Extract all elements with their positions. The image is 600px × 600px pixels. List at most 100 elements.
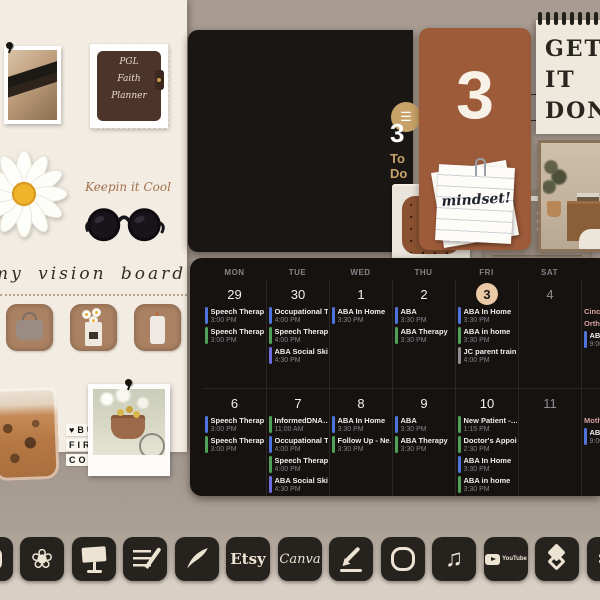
handbag-app-tile[interactable] <box>6 304 53 351</box>
calendar-event[interactable]: Speech Therap…3:00 PM <box>205 416 265 433</box>
event-text: Speech Therap…3:00 PM <box>211 327 266 344</box>
squircle-app-icon[interactable] <box>381 537 425 581</box>
calendar-event[interactable]: ABA In Home9:00 AM <box>584 331 600 348</box>
calendar-day-cell[interactable]: 12Mother's ABA In Home9:00 AM <box>581 388 600 496</box>
event-time: 3:30 PM <box>400 317 427 324</box>
event-list <box>519 306 581 307</box>
calendar-event[interactable]: Speech Therap…3:00 PM <box>205 436 265 453</box>
calendar-date: 7 <box>267 391 329 415</box>
settings-app-icon[interactable]: ⚙ <box>587 537 600 581</box>
calendar-event[interactable]: ABA 3:30 PM <box>395 307 454 324</box>
calendar-event[interactable]: ABA In Home 3:30 PM <box>458 307 517 324</box>
calendar-date: 6 <box>203 391 266 415</box>
event-time: 4:00 PM <box>274 466 301 473</box>
notes-app-icon[interactable] <box>123 537 167 581</box>
event-color-bar <box>205 436 208 453</box>
event-color-bar <box>584 428 587 445</box>
calendar-day-cell[interactable]: 6Speech Therap…3:00 PMSpeech Therap…3:00… <box>203 388 266 496</box>
pen-app-icon[interactable] <box>329 537 373 581</box>
spiral-binding <box>538 12 600 25</box>
date-number: 2 <box>420 286 428 302</box>
get-it-done-notepad[interactable]: GET IT DONE <box>536 12 600 134</box>
calendar-event[interactable]: Speech Therap…3:00 PM <box>205 327 265 344</box>
event-list: Speech Therap…3:00 PM Speech Therap…3:00 … <box>203 415 266 453</box>
calendar-day-cell[interactable]: 5Cinco de Orthodox ABA In Home9:00 AM <box>581 280 600 388</box>
layers-app-icon[interactable] <box>535 537 579 581</box>
calendar-event[interactable]: ABA in home 3:30 PM <box>458 327 517 344</box>
calendar-event[interactable]: Cinco de <box>584 307 600 316</box>
calendar-event[interactable]: Speech Therap…3:00 PM <box>205 307 265 324</box>
event-title: ABA In Home <box>337 307 386 316</box>
event-color-bar <box>395 307 398 324</box>
calendar-event[interactable]: Occupational T…4:00 PM <box>269 307 328 324</box>
candle-app-tile[interactable] <box>134 304 181 351</box>
calendar-widget[interactable]: MONTUEWEDTHUFRISATSUN29Speech Therap…3:0… <box>190 258 600 496</box>
event-text: Cinco de <box>584 307 600 316</box>
calendar-day-cell[interactable]: 3 ABA In Home 3:30 PM ABA in home 3:30 PM JC … <box>455 280 518 388</box>
event-text: ABA In Home 3:30 PM <box>464 456 512 473</box>
youtube-app-icon[interactable]: YouTube <box>484 537 528 581</box>
event-color-bar <box>269 456 272 473</box>
keynote-app-icon[interactable] <box>72 537 116 581</box>
calendar-date: 9 <box>393 391 455 415</box>
event-title: Occupational T… <box>274 436 329 445</box>
calendar-day-header: SUN <box>581 264 600 280</box>
canva-app-icon[interactable]: Canva <box>278 537 322 581</box>
calendar-event[interactable]: ABA In Home 3:30 PM <box>332 307 391 324</box>
calendar-event[interactable]: Speech Therapy 4:00 PM <box>269 456 328 473</box>
todo-widget[interactable]: ☰ 3 To Do Put God first Read Bible Pray … <box>188 30 592 268</box>
calendar-day-cell[interactable]: 4 <box>518 280 581 388</box>
calendar-day-cell[interactable]: 1 ABA In Home 3:30 PM <box>329 280 392 388</box>
calendar-day-cell[interactable]: 29Speech Therap…3:00 PMSpeech Therap…3:0… <box>203 280 266 388</box>
calendar-event[interactable]: InformedDNA… 11:00 AM <box>269 416 328 433</box>
calendar-day-cell[interactable]: 9 ABA 3:30 PM ABA Therapy 3:30 PM <box>392 388 455 496</box>
calendar-event[interactable]: ABA Social Skil…4:30 PM <box>269 347 328 364</box>
etsy-app-icon[interactable]: Etsy <box>226 537 270 581</box>
calendar-event[interactable]: ABA Therapy 3:30 PM <box>395 327 454 344</box>
event-time: 3:00 PM <box>210 317 237 324</box>
music-app-icon[interactable]: ♫ <box>432 537 476 581</box>
event-title: ABA in home <box>463 476 511 485</box>
event-color-bar <box>269 416 272 433</box>
calendar-day-cell[interactable]: 8 ABA In Home3:30 PM Follow Up - Ne…3:30 P… <box>329 388 392 496</box>
frame-app-icon[interactable] <box>0 537 13 581</box>
swoosh-app-icon[interactable] <box>175 537 219 581</box>
event-time: 3:30 PM <box>337 426 364 433</box>
calendar-event[interactable]: ABA in home 3:30 PM <box>458 476 517 493</box>
event-color-bar <box>458 307 461 324</box>
event-color-bar <box>205 307 208 324</box>
calendar-event[interactable]: Mother's <box>584 416 600 425</box>
calendar-event[interactable]: New Patient -… 1:15 PM <box>458 416 517 433</box>
calendar-day-cell[interactable]: 7InformedDNA…11:00 AMOccupational T…4:00… <box>266 388 329 496</box>
calendar-day-cell[interactable]: 11 <box>518 388 581 496</box>
calendar-event[interactable]: ABA In Home 3:30 PM <box>458 456 517 473</box>
calendar-event[interactable]: Speech Therapy 4:00 PM <box>269 327 328 344</box>
calendar-day-cell[interactable]: 10 New Patient -…1:15 PM Doctor's Appoi…2:… <box>455 388 518 496</box>
bedroom-photo-widget[interactable] <box>538 140 600 252</box>
calendar-day-cell[interactable]: 2 ABA 3:30 PM ABA Therapy 3:30 PM <box>392 280 455 388</box>
date-number-widget[interactable]: 3 mindset! <box>419 28 531 250</box>
calendar-event[interactable]: ABA In Home 3:30 PM <box>332 416 391 433</box>
event-text: Speech Therap…3:00 PM <box>211 307 266 324</box>
calendar-event[interactable]: ABA 3:30 PM <box>395 416 454 433</box>
perfume-app-tile[interactable] <box>70 304 117 351</box>
event-text: ABA In Home9:00 AM <box>590 428 600 445</box>
calendar-event[interactable]: JC parent train…4:00 PM <box>458 347 517 364</box>
calendar-event[interactable]: ABA Social Skil…4:30 PM <box>269 476 328 493</box>
calendar-event[interactable]: Doctor's Appoi…2:30 PM <box>458 436 517 453</box>
date-number: 8 <box>357 395 365 411</box>
flower-app-icon[interactable]: ❀ <box>20 537 64 581</box>
calendar-event[interactable]: Follow Up - Ne…3:30 PM <box>332 436 391 453</box>
calendar-day-cell[interactable]: 30Occupational T…4:00 PMSpeech Therapy4:… <box>266 280 329 388</box>
event-color-bar <box>205 327 208 344</box>
calendar-event[interactable]: ABA In Home9:00 AM <box>584 428 600 445</box>
event-time: 4:00 PM <box>463 357 490 364</box>
event-text: ABA in home 3:30 PM <box>464 327 511 344</box>
calendar-day-header: SAT <box>541 268 558 277</box>
event-title: ABA In Home <box>589 331 600 340</box>
calendar-date: 10 <box>456 391 518 415</box>
calendar-event[interactable]: ABA Therapy 3:30 PM <box>395 436 454 453</box>
calendar-event[interactable]: Orthodox <box>584 319 600 328</box>
calendar-event[interactable]: Occupational T…4:00 PM <box>269 436 328 453</box>
calendar-grid: MONTUEWEDTHUFRISATSUN29Speech Therap…3:0… <box>203 264 600 496</box>
